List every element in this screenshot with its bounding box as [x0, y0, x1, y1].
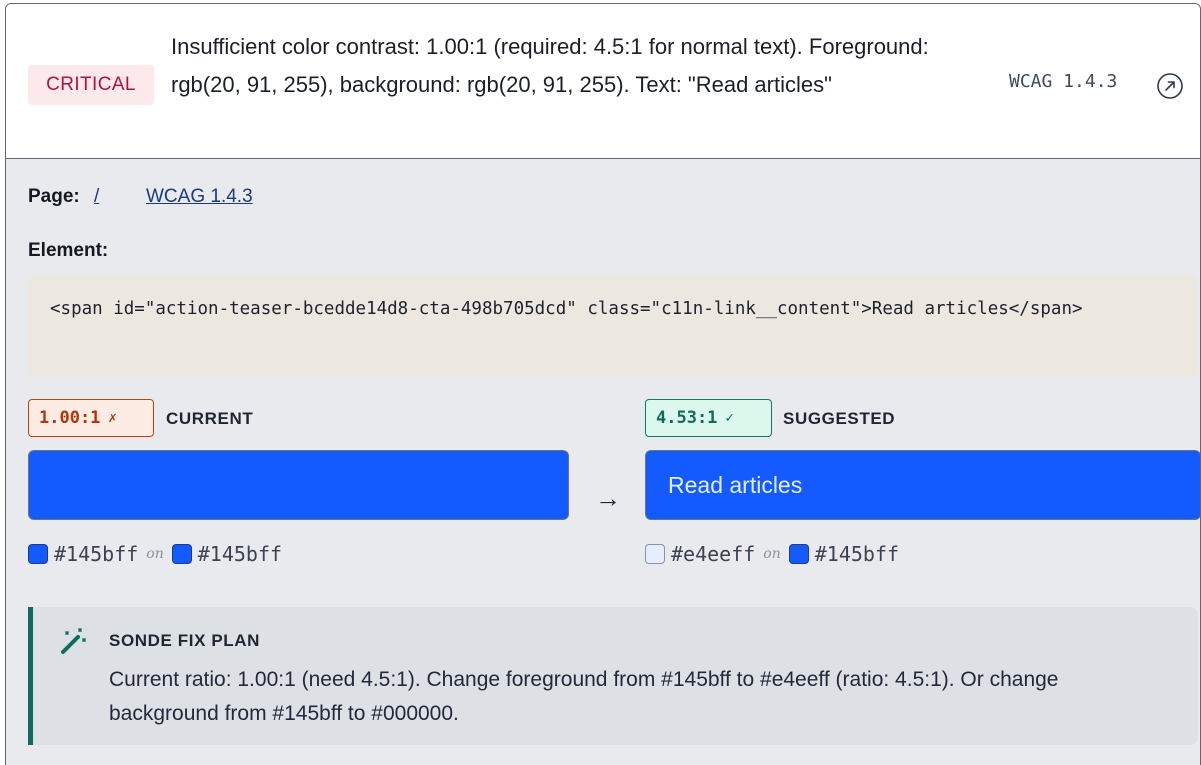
- suggested-fg-hex: #e4eeff: [671, 542, 756, 566]
- on-text: on: [763, 546, 781, 562]
- current-label: CURRENT: [166, 409, 254, 428]
- suggested-preview: Read articles: [645, 450, 1200, 520]
- suggested-fg-swatch: [645, 544, 665, 564]
- fix-plan-panel: SONDE FIX PLAN Current ratio: 1.00:1 (ne…: [28, 607, 1198, 745]
- severity-badge: CRITICAL: [28, 65, 154, 105]
- suggested-ratio-badge: 4.53:1 ✓: [645, 399, 772, 437]
- current-bg-hex: #145bff: [197, 542, 283, 566]
- element-label: Element:: [28, 240, 109, 261]
- suggested-ratio-value: 4.53:1: [656, 408, 718, 428]
- on-text: on: [146, 546, 164, 562]
- current-ratio-value: 1.00:1: [39, 408, 101, 428]
- suggested-color-legend: #e4eeff on #145bff: [645, 541, 899, 567]
- current-ratio-badge: 1.00:1 ✗: [28, 399, 154, 437]
- fix-plan-title: SONDE FIX PLAN: [109, 631, 261, 650]
- fix-plan-body: Current ratio: 1.00:1 (need 4.5:1). Chan…: [109, 668, 1059, 725]
- wcag-link[interactable]: WCAG 1.4.3: [146, 186, 253, 208]
- suggested-bg-swatch: [788, 544, 809, 564]
- page-label: Page:: [28, 186, 80, 207]
- current-preview: [28, 450, 569, 520]
- external-link-icon[interactable]: [1156, 72, 1184, 100]
- current-bg-swatch: [171, 544, 192, 564]
- issue-card: CRITICAL Insufficient color contrast: 1.…: [5, 3, 1201, 765]
- current-fg-swatch: [28, 544, 48, 564]
- current-color-legend: #145bff on #145bff: [28, 541, 282, 567]
- element-code: <span id="action-teaser-bcedde14d8-cta-4…: [28, 276, 1198, 376]
- page-link[interactable]: /: [94, 186, 99, 208]
- suggested-bg-hex: #145bff: [814, 542, 900, 566]
- check-icon: ✓: [725, 410, 734, 426]
- suggested-label: SUGGESTED: [783, 409, 896, 428]
- fail-icon: ✗: [108, 410, 117, 426]
- issue-message: Insufficient color contrast: 1.00:1 (req…: [171, 34, 929, 97]
- current-fg-hex: #145bff: [54, 542, 139, 566]
- wcag-tag: WCAG 1.4.3: [1009, 71, 1118, 92]
- magic-wand-icon: [61, 628, 86, 654]
- issue-header[interactable]: CRITICAL Insufficient color contrast: 1.…: [6, 4, 1200, 159]
- arrow-icon: →: [595, 483, 621, 513]
